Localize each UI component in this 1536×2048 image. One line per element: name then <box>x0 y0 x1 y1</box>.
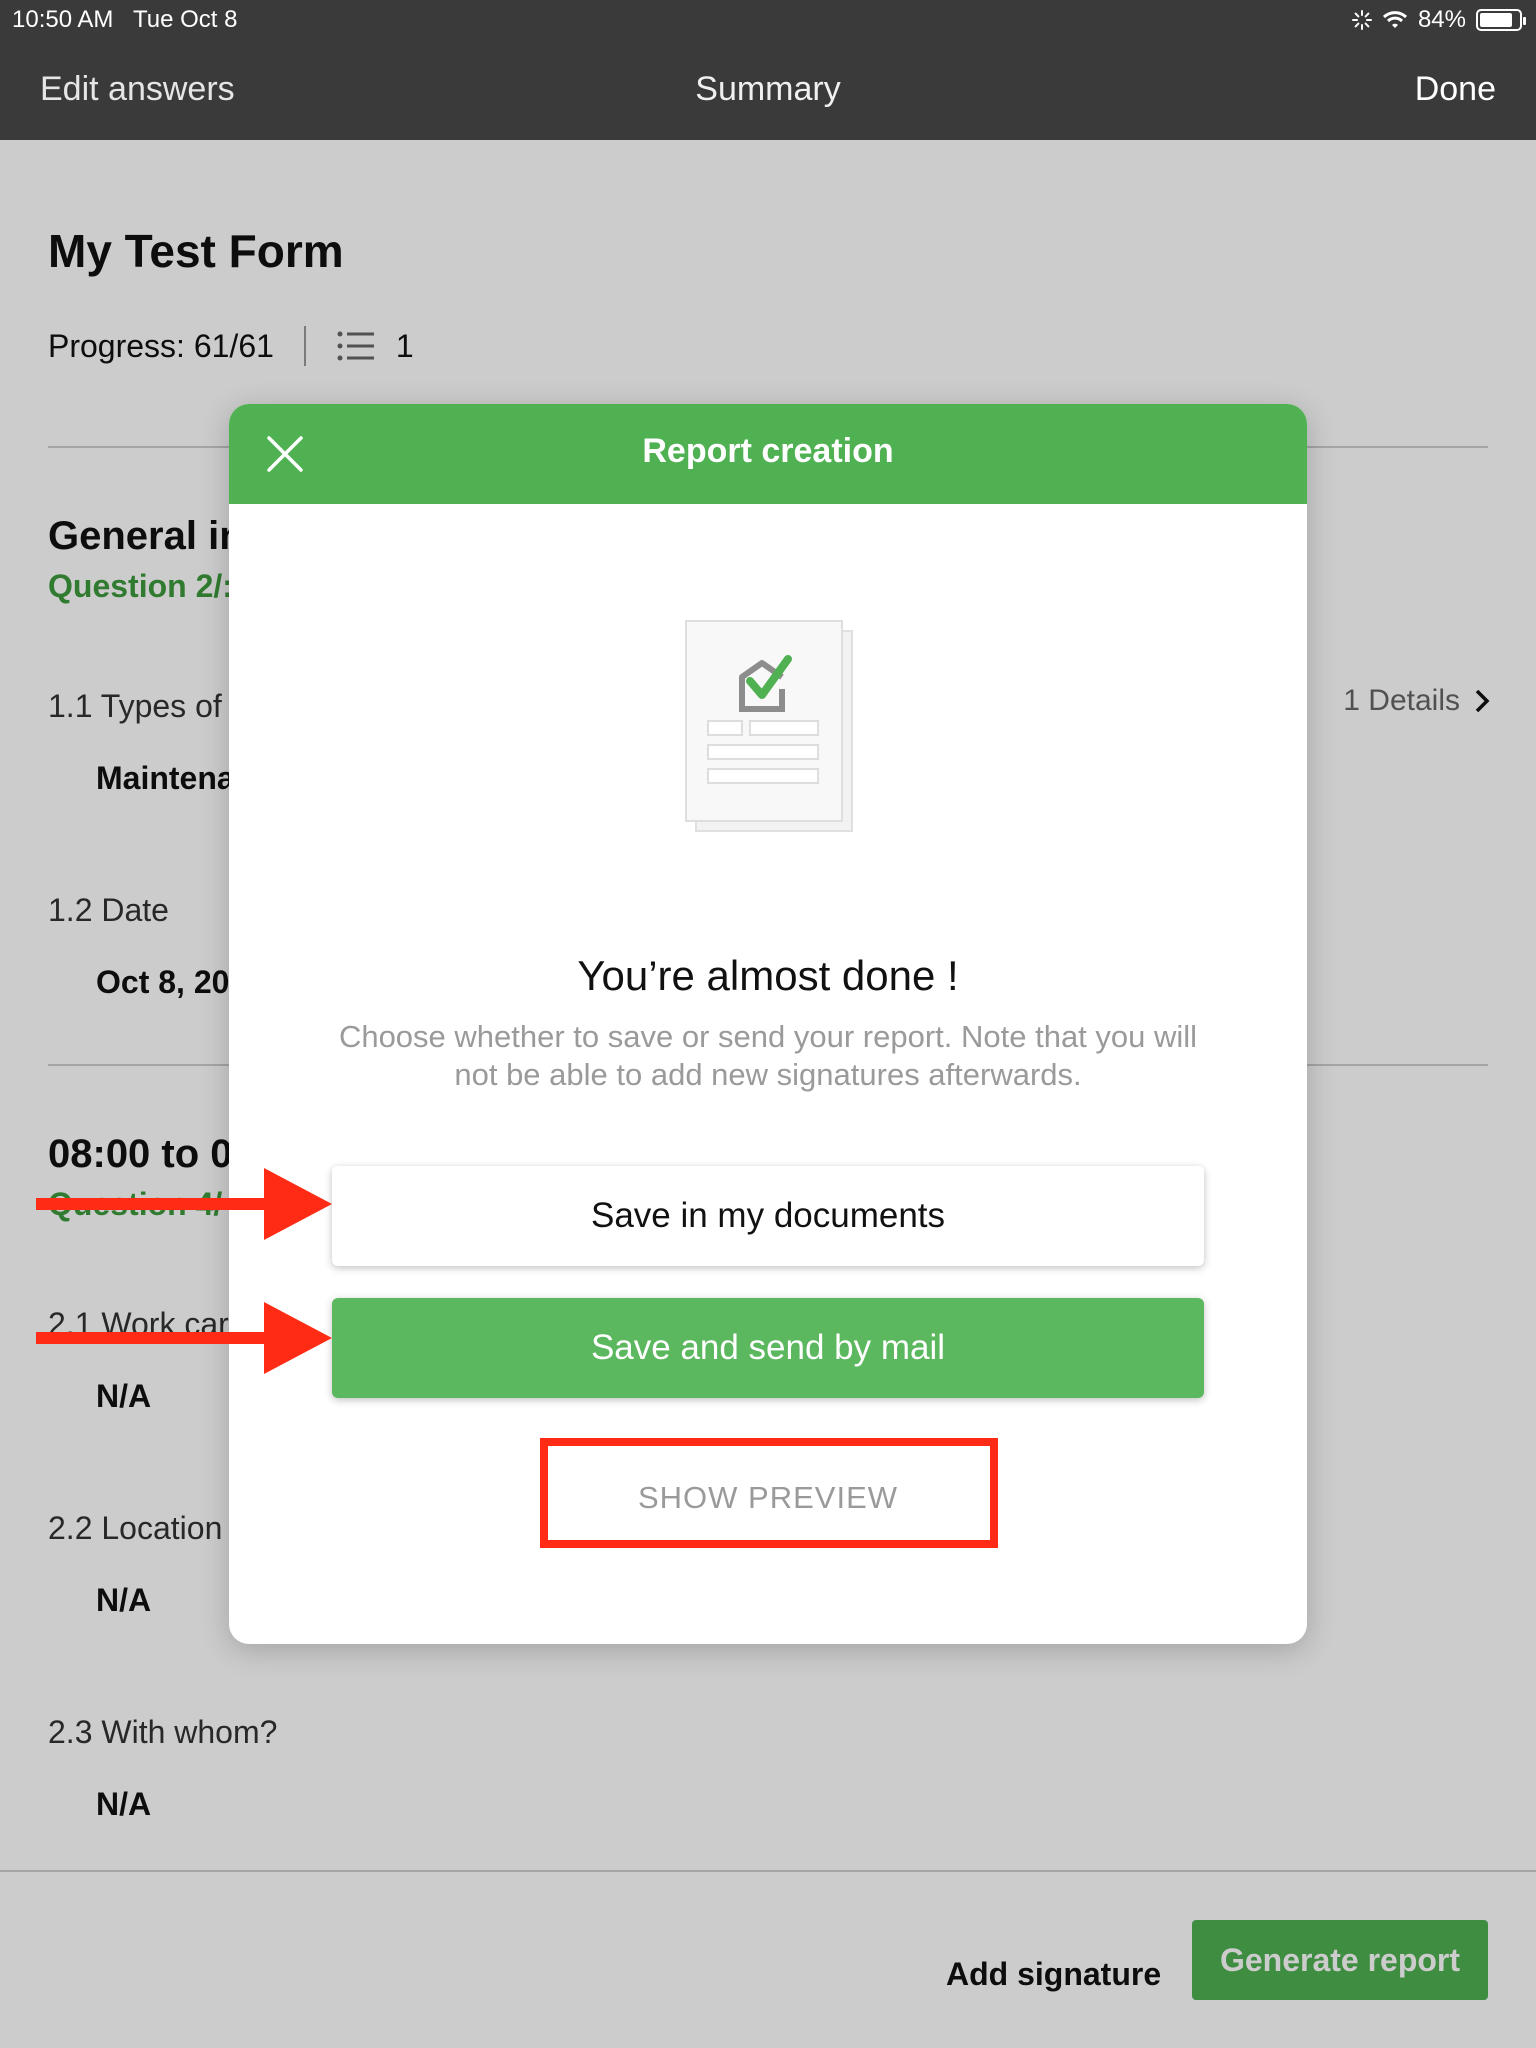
battery-percent: 84% <box>1417 6 1466 33</box>
top-bar: 10:50 AM Tue Oct 8 84% Edit answers Summ… <box>0 0 1536 140</box>
save-in-documents-button[interactable]: Save in my documents <box>332 1166 1204 1266</box>
report-document-icon <box>685 620 853 832</box>
battery-icon <box>1476 9 1526 31</box>
status-date: Tue Oct 8 <box>132 6 238 33</box>
highlight-box-annotation <box>540 1438 998 1548</box>
modal-header: Report creation <box>229 404 1307 504</box>
red-arrow-annotation <box>36 1168 332 1240</box>
status-time: 10:50 AM Tue Oct 8 <box>12 6 237 34</box>
modal-description: Choose whether to save or send your repo… <box>338 1019 1198 1092</box>
save-and-send-button[interactable]: Save and send by mail <box>332 1298 1204 1398</box>
red-arrow-annotation <box>36 1302 332 1374</box>
done-button[interactable]: Done <box>1415 70 1496 109</box>
wifi-icon <box>1382 11 1407 28</box>
activity-spinner-icon <box>1351 10 1372 30</box>
modal-heading: You’re almost done ! <box>577 952 959 999</box>
nav-title: Summary <box>695 70 841 108</box>
status-clock: 10:50 AM <box>12 6 114 33</box>
modal-title: Report creation <box>642 432 894 470</box>
status-indicators: 84% <box>1351 6 1526 34</box>
